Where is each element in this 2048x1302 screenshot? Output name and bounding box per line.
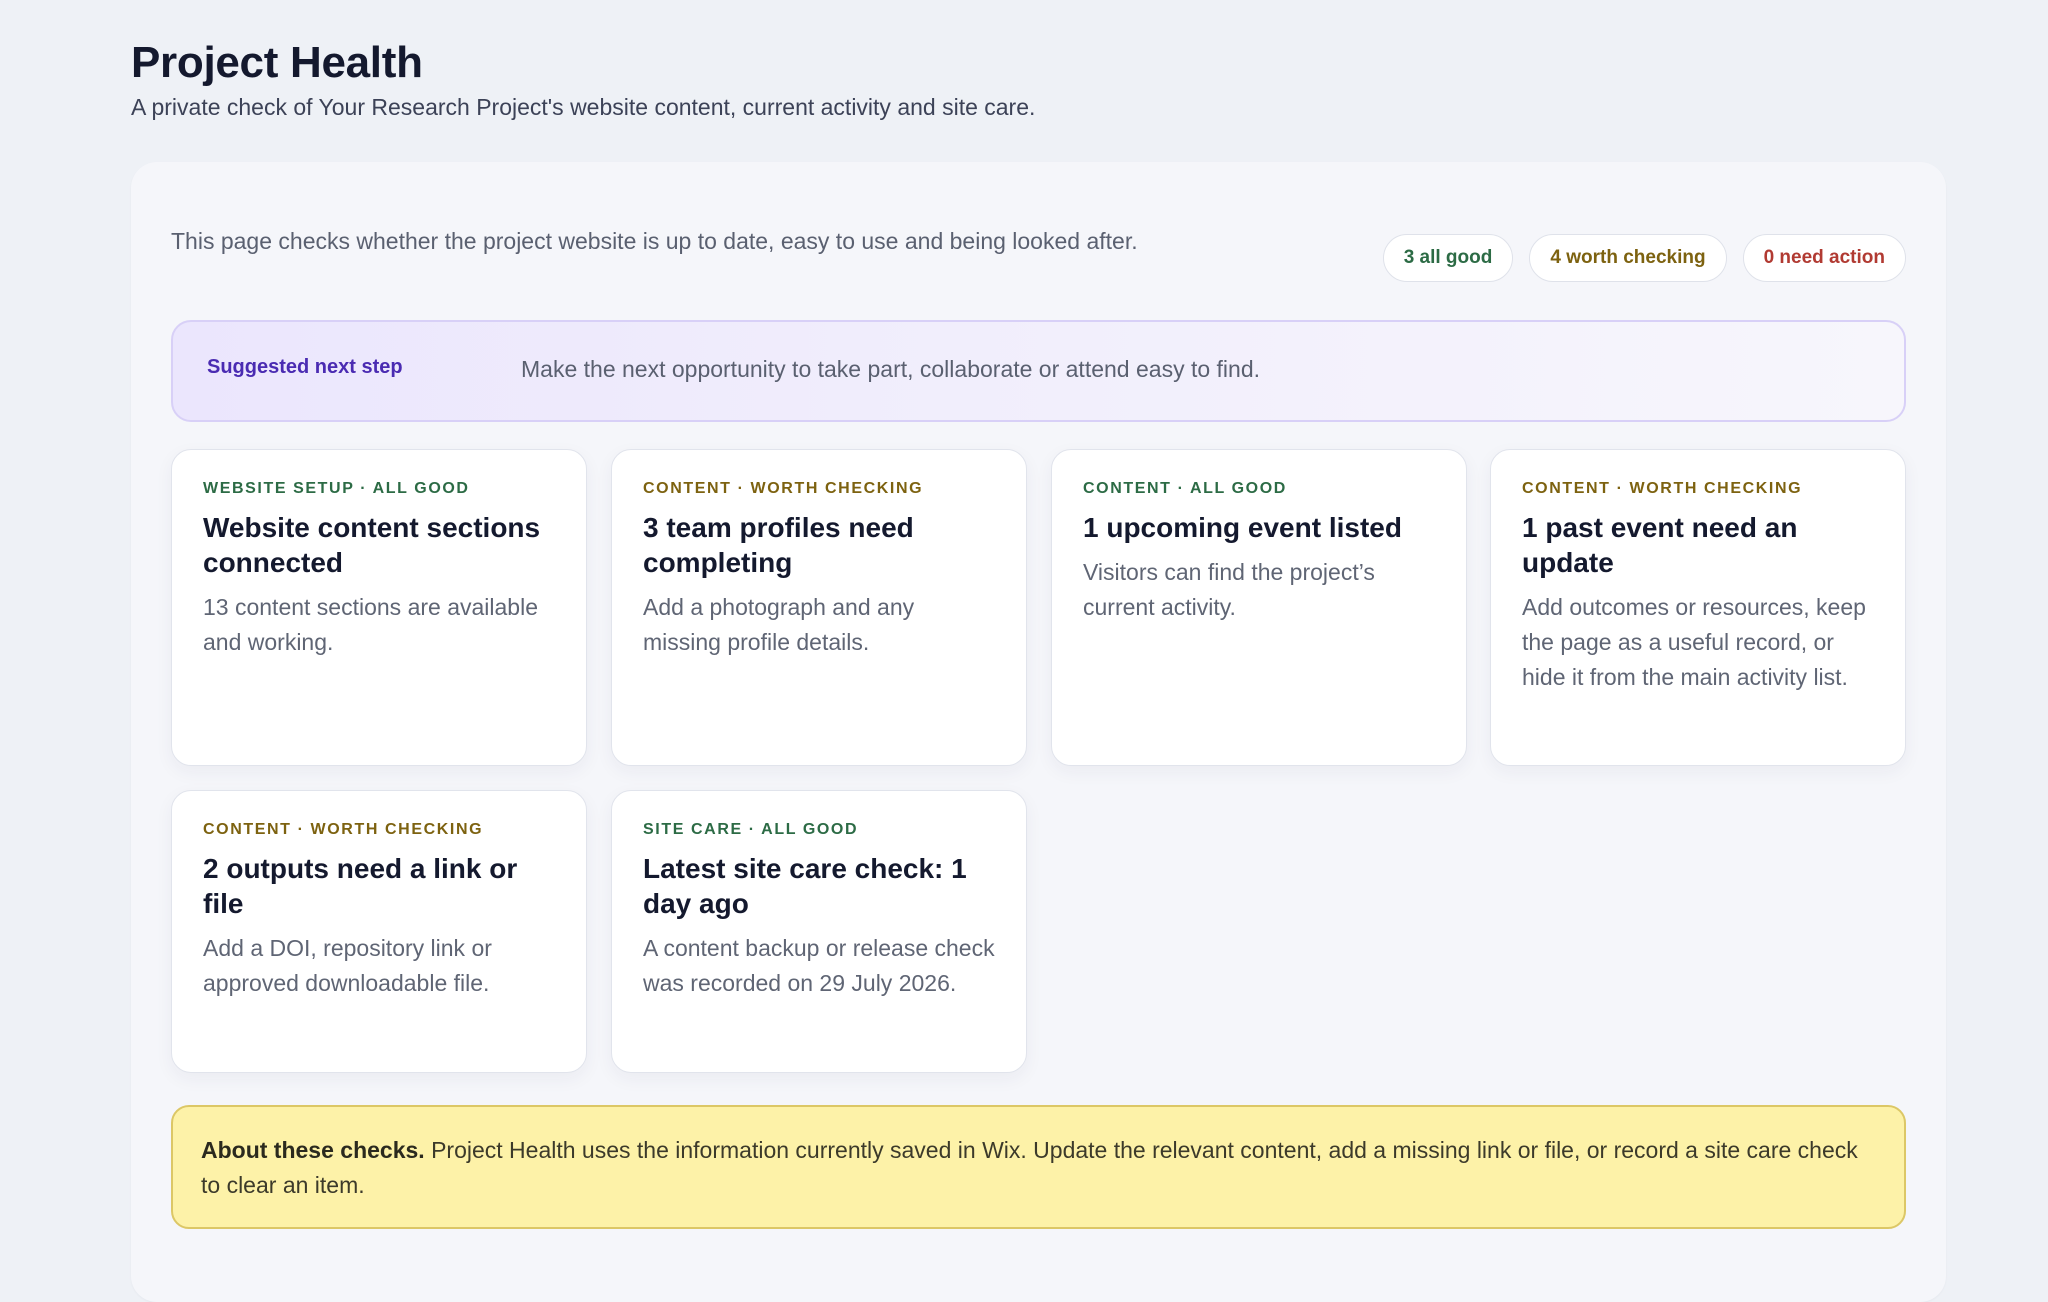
intro-text: This page checks whether the project web… bbox=[171, 228, 1138, 254]
check-card-site-care[interactable]: SITE CARE · ALL GOOD Latest site care ch… bbox=[611, 790, 1027, 1073]
card-category: CONTENT · WORTH CHECKING bbox=[1522, 480, 1803, 497]
card-title: 1 past event need an update bbox=[1522, 512, 1798, 578]
card-description: Add outcomes or resources, keep the page… bbox=[1522, 594, 1866, 690]
need-action-badge[interactable]: 0 need action bbox=[1742, 234, 1906, 282]
card-title: 1 upcoming event listed bbox=[1083, 512, 1402, 543]
project-health-panel: This page checks whether the project web… bbox=[131, 162, 1946, 1302]
card-category: CONTENT · WORTH CHECKING bbox=[643, 480, 924, 497]
card-title: Latest site care check: 1 day ago bbox=[643, 853, 967, 919]
card-category: CONTENT · WORTH CHECKING bbox=[203, 821, 484, 838]
card-description: Visitors can find the project’s current … bbox=[1083, 559, 1375, 620]
check-card-past-event[interactable]: CONTENT · WORTH CHECKING 1 past event ne… bbox=[1490, 449, 1906, 766]
card-category: SITE CARE · ALL GOOD bbox=[643, 821, 859, 838]
all-good-badge[interactable]: 3 all good bbox=[1382, 234, 1514, 282]
worth-checking-badge[interactable]: 4 worth checking bbox=[1529, 234, 1727, 282]
page-subtitle: A private check of Your Research Project… bbox=[131, 94, 1036, 120]
check-card-website-sections[interactable]: WEBSITE SETUP · ALL GOOD Website content… bbox=[171, 449, 587, 766]
suggested-next-step: Suggested next step Make the next opport… bbox=[171, 320, 1906, 422]
note-text: Project Health uses the information curr… bbox=[201, 1137, 1858, 1198]
card-category: CONTENT · ALL GOOD bbox=[1083, 480, 1287, 497]
card-title: 2 outputs need a link or file bbox=[203, 853, 518, 919]
next-step-text: Make the next opportunity to take part, … bbox=[521, 356, 1260, 382]
check-card-upcoming-event[interactable]: CONTENT · ALL GOOD 1 upcoming event list… bbox=[1051, 449, 1467, 766]
next-step-label: Suggested next step bbox=[207, 356, 403, 378]
about-checks-note: About these checks. Project Health uses … bbox=[171, 1105, 1906, 1229]
card-category: WEBSITE SETUP · ALL GOOD bbox=[203, 480, 470, 497]
check-card-team-profiles[interactable]: CONTENT · WORTH CHECKING 3 team profiles… bbox=[611, 449, 1027, 766]
card-title: 3 team profiles need completing bbox=[643, 512, 914, 578]
card-description: A content backup or release check was re… bbox=[643, 935, 995, 996]
card-title: Website content sections connected bbox=[203, 512, 541, 578]
page-title: Project Health bbox=[131, 38, 423, 87]
card-description: Add a DOI, repository link or approved d… bbox=[203, 935, 492, 996]
status-summary: 3 all good 4 worth checking 0 need actio… bbox=[1382, 234, 1906, 282]
note-heading: About these checks. bbox=[201, 1137, 425, 1163]
card-description: 13 content sections are available and wo… bbox=[203, 594, 538, 655]
check-card-outputs[interactable]: CONTENT · WORTH CHECKING 2 outputs need … bbox=[171, 790, 587, 1073]
card-description: Add a photograph and any missing profile… bbox=[643, 594, 915, 655]
